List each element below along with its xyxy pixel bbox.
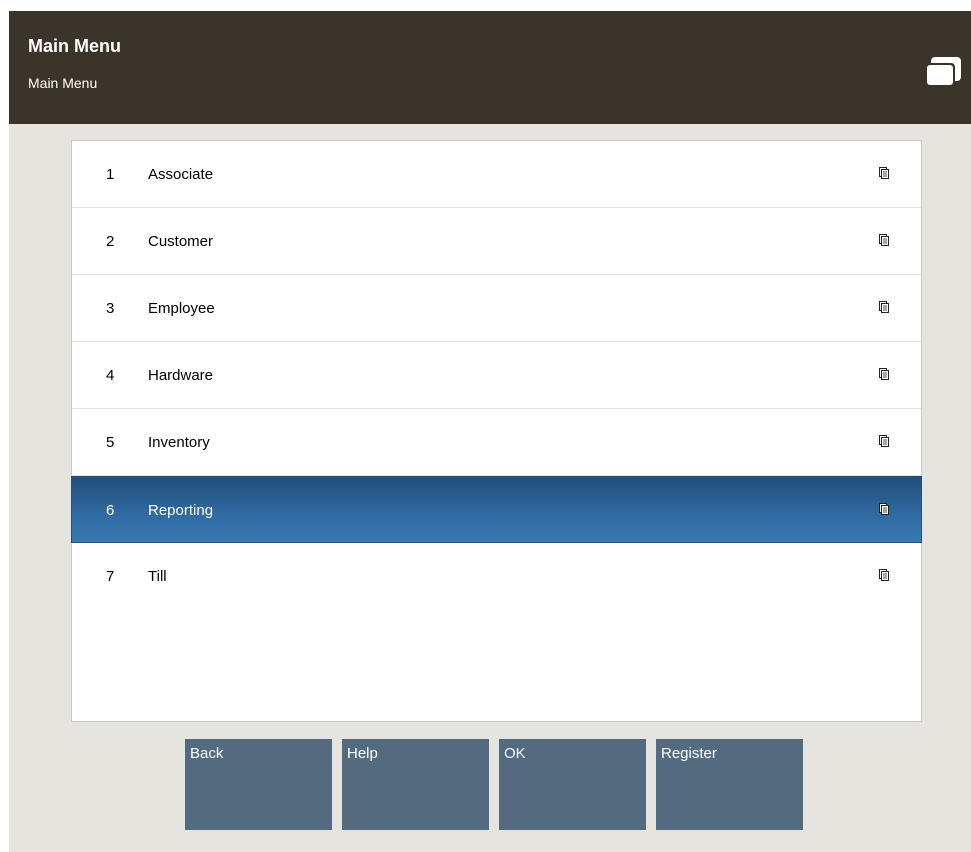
menu-list: 1 Associate 2 Customer 3 Employee 4 Hard… — [71, 140, 922, 722]
document-icon — [879, 435, 889, 447]
menu-item-hardware[interactable]: 4 Hardware — [72, 342, 921, 409]
document-icon — [879, 167, 889, 179]
menu-item-label: Inventory — [148, 434, 210, 451]
document-icon — [879, 301, 889, 313]
register-button[interactable]: Register — [656, 739, 805, 830]
menu-item-label: Employee — [148, 300, 215, 317]
menu-item-till[interactable]: 7 Till — [72, 543, 921, 610]
menu-item-number: 1 — [106, 166, 115, 183]
menu-item-employee[interactable]: 3 Employee — [72, 275, 921, 342]
menu-item-reporting[interactable]: 6 Reporting — [71, 476, 922, 543]
menu-item-number: 5 — [106, 434, 115, 451]
menu-item-label: Customer — [148, 233, 214, 250]
menu-item-number: 7 — [106, 568, 115, 585]
menu-item-label: Till — [148, 568, 167, 585]
document-icon — [879, 503, 889, 515]
ok-button[interactable]: OK — [499, 739, 648, 830]
menu-item-inventory[interactable]: 5 Inventory — [72, 409, 921, 476]
stacked-windows-icon[interactable] — [921, 55, 963, 89]
app-window: Main Menu Main Menu 1 Associate 2 Custom… — [9, 11, 971, 852]
menu-item-label: Associate — [148, 166, 214, 183]
document-icon — [879, 368, 889, 380]
menu-item-number: 6 — [106, 502, 115, 519]
header-bar: Main Menu Main Menu — [9, 11, 971, 124]
page-title: Main Menu — [28, 36, 121, 56]
menu-item-label: Reporting — [148, 502, 214, 519]
help-button[interactable]: Help — [342, 739, 491, 830]
menu-item-number: 4 — [106, 367, 115, 384]
menu-item-label: Hardware — [148, 367, 214, 384]
back-button[interactable]: Back — [185, 739, 334, 830]
document-icon — [879, 234, 889, 246]
document-icon — [879, 569, 889, 581]
breadcrumb: Main Menu — [28, 75, 98, 91]
menu-item-associate[interactable]: 1 Associate — [72, 141, 921, 208]
menu-item-number: 2 — [106, 233, 115, 250]
menu-item-number: 3 — [106, 300, 115, 317]
menu-item-customer[interactable]: 2 Customer — [72, 208, 921, 275]
